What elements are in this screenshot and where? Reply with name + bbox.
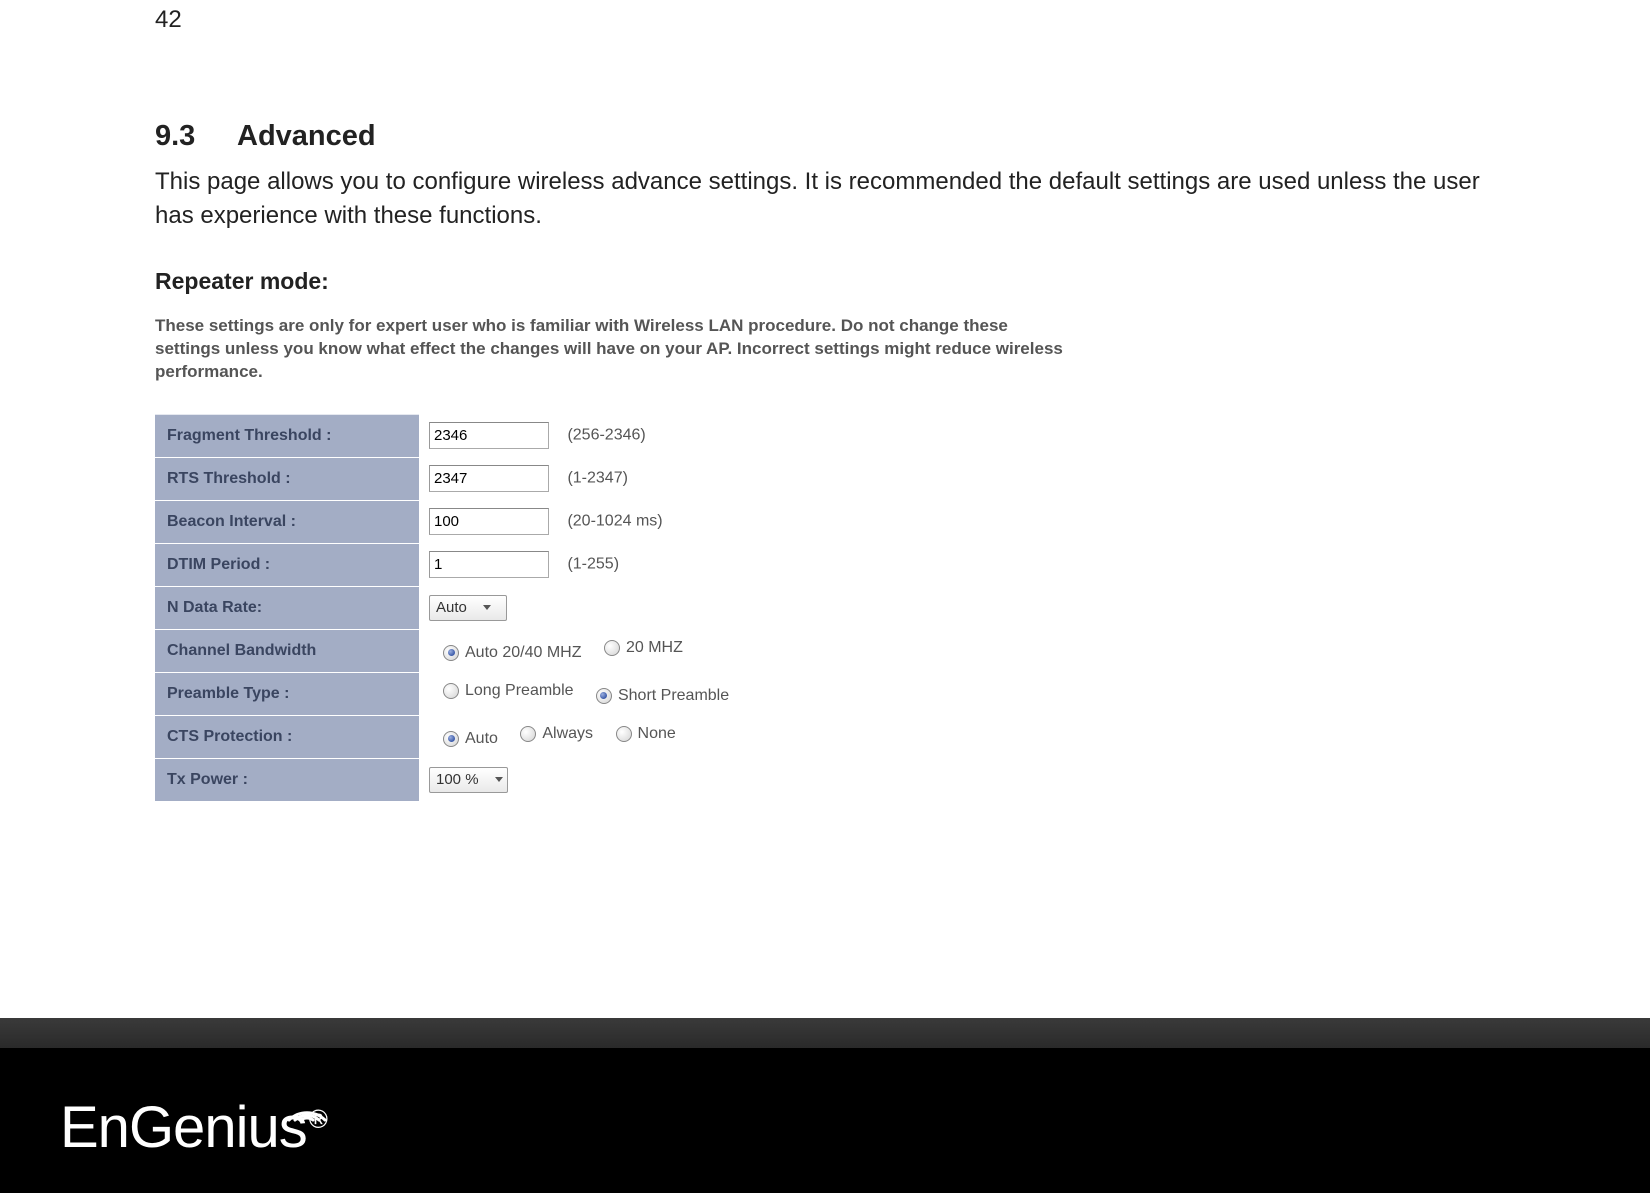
label-tx-power: Tx Power :	[155, 758, 419, 801]
tx-power-select[interactable]: 100 %	[429, 767, 508, 793]
fragment-threshold-hint: (256-2346)	[567, 427, 645, 444]
radio-preamble-short[interactable]: Short Preamble	[596, 687, 729, 705]
table-row: Tx Power : 100 %	[155, 758, 757, 801]
label-rts-threshold: RTS Threshold :	[155, 457, 419, 500]
table-row: DTIM Period : (1-255)	[155, 543, 757, 586]
label-n-data-rate: N Data Rate:	[155, 586, 419, 629]
n-data-rate-value: Auto	[436, 599, 467, 616]
radio-icon	[596, 688, 612, 704]
chevron-down-icon	[483, 605, 491, 610]
tx-power-value: 100 %	[436, 771, 479, 788]
beacon-interval-hint: (20-1024 ms)	[567, 513, 662, 530]
radio-label: Short Preamble	[618, 687, 729, 705]
table-row: RTS Threshold : (1-2347)	[155, 457, 757, 500]
radio-icon	[443, 645, 459, 661]
dtim-period-input[interactable]	[429, 551, 549, 578]
footer-strip	[0, 1018, 1650, 1048]
radio-label: None	[638, 725, 676, 743]
beacon-interval-input[interactable]	[429, 508, 549, 535]
radio-cts-none[interactable]: None	[616, 725, 676, 743]
radio-icon	[616, 726, 632, 742]
fragment-threshold-input[interactable]	[429, 422, 549, 449]
radio-cts-always[interactable]: Always	[520, 725, 593, 743]
warning-text: These settings are only for expert user …	[155, 315, 1075, 384]
brand-name: EnGenius	[60, 1095, 307, 1160]
section-heading: 9.3Advanced	[155, 120, 1495, 153]
intro-text: This page allows you to configure wirele…	[155, 165, 1495, 232]
table-row: Fragment Threshold : (256-2346)	[155, 414, 757, 457]
radio-label: 20 MHZ	[626, 639, 683, 657]
label-beacon-interval: Beacon Interval :	[155, 500, 419, 543]
rts-threshold-input[interactable]	[429, 465, 549, 492]
radio-preamble-long[interactable]: Long Preamble	[443, 682, 574, 700]
table-row: N Data Rate: Auto	[155, 586, 757, 629]
label-fragment-threshold: Fragment Threshold :	[155, 414, 419, 457]
chevron-down-icon	[495, 777, 503, 782]
radio-label: Auto 20/40 MHZ	[465, 644, 582, 662]
table-row: Channel Bandwidth Auto 20/40 MHZ 20 MHZ	[155, 629, 757, 672]
brand-logo: EnGenius ®	[60, 1094, 328, 1161]
settings-table: Fragment Threshold : (256-2346) RTS Thre…	[155, 414, 757, 801]
page-number: 42	[155, 0, 1495, 34]
radio-cts-auto[interactable]: Auto	[443, 730, 498, 748]
sub-heading: Repeater mode:	[155, 268, 1495, 295]
settings-screenshot: These settings are only for expert user …	[155, 315, 1075, 801]
radio-icon	[604, 640, 620, 656]
n-data-rate-select[interactable]: Auto	[429, 595, 507, 621]
radio-icon	[520, 726, 536, 742]
radio-icon	[443, 683, 459, 699]
wifi-icon	[285, 1090, 327, 1124]
radio-label: Always	[542, 725, 593, 743]
radio-channel-bandwidth-20[interactable]: 20 MHZ	[604, 639, 683, 657]
label-preamble-type: Preamble Type :	[155, 672, 419, 715]
section-title: Advanced	[237, 120, 376, 152]
dtim-period-hint: (1-255)	[567, 556, 619, 573]
radio-channel-bandwidth-auto[interactable]: Auto 20/40 MHZ	[443, 644, 582, 662]
label-cts-protection: CTS Protection :	[155, 715, 419, 758]
table-row: Preamble Type : Long Preamble Short Prea…	[155, 672, 757, 715]
page-footer: EnGenius ®	[0, 1018, 1650, 1193]
rts-threshold-hint: (1-2347)	[567, 470, 627, 487]
section-number: 9.3	[155, 120, 237, 153]
radio-label: Long Preamble	[465, 682, 574, 700]
label-dtim-period: DTIM Period :	[155, 543, 419, 586]
table-row: Beacon Interval : (20-1024 ms)	[155, 500, 757, 543]
table-row: CTS Protection : Auto Always None	[155, 715, 757, 758]
label-channel-bandwidth: Channel Bandwidth	[155, 629, 419, 672]
radio-label: Auto	[465, 730, 498, 748]
radio-icon	[443, 731, 459, 747]
